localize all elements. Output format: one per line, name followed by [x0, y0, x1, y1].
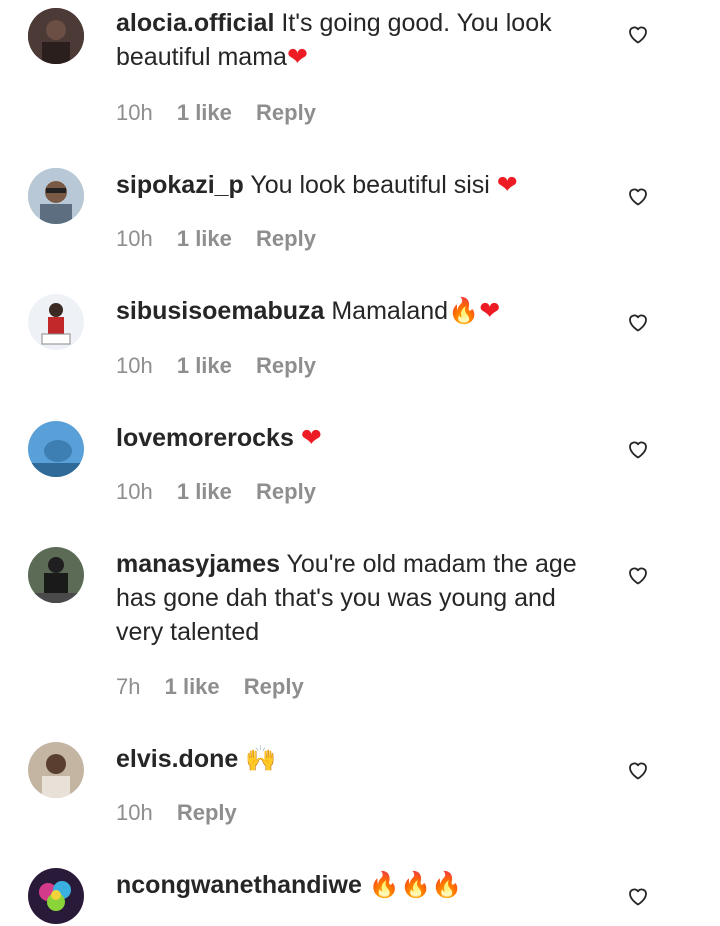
like-heart-icon[interactable] [626, 758, 650, 782]
username[interactable]: manasyjames [116, 550, 280, 578]
comment-text: manasyjames You're old madam the age has… [116, 547, 606, 649]
avatar[interactable] [28, 8, 84, 64]
raising-hands-emoji: 🙌 [245, 744, 277, 773]
comment-text: alocia.official It's going good. You loo… [116, 6, 606, 74]
comment-time: 10h [116, 800, 153, 825]
heart-emoji: ❤ [286, 42, 308, 71]
comment-message: You look beautiful sisi [250, 171, 490, 199]
reply-button[interactable]: Reply [256, 226, 316, 251]
comment-time: 10h [116, 353, 153, 378]
username[interactable]: elvis.done [116, 745, 238, 773]
username[interactable]: sipokazi_p [116, 171, 244, 199]
username[interactable]: lovemorerocks [116, 424, 294, 452]
likes-count[interactable]: 1 like [177, 479, 232, 504]
username[interactable]: ncongwanethandiwe [116, 871, 362, 899]
like-heart-icon[interactable] [626, 22, 650, 46]
fire-heart-emoji: 🔥❤ [448, 296, 501, 325]
like-heart-icon[interactable] [626, 310, 650, 334]
avatar[interactable] [28, 547, 84, 603]
heart-emoji: ❤ [300, 423, 322, 452]
comment-text: lovemorerocks ❤ [116, 421, 606, 455]
username[interactable]: alocia.official [116, 9, 274, 37]
like-heart-icon[interactable] [626, 437, 650, 461]
reply-button[interactable]: Reply [177, 800, 237, 825]
like-heart-icon[interactable] [626, 184, 650, 208]
comment-text: elvis.done 🙌 [116, 742, 606, 776]
avatar[interactable] [28, 742, 84, 798]
heart-emoji: ❤ [496, 170, 518, 199]
reply-button[interactable]: Reply [256, 353, 316, 378]
comment-time: 10h [116, 479, 153, 504]
comment-text: sibusisoemabuza Mamaland🔥❤ [116, 294, 606, 328]
avatar[interactable] [28, 868, 84, 924]
reply-button[interactable]: Reply [244, 674, 304, 699]
likes-count[interactable]: 1 like [177, 226, 232, 251]
comment-text: sipokazi_p You look beautiful sisi ❤ [116, 168, 606, 202]
like-heart-icon[interactable] [626, 884, 650, 908]
reply-button[interactable]: Reply [256, 479, 316, 504]
username[interactable]: sibusisoemabuza [116, 297, 324, 325]
avatar[interactable] [28, 421, 84, 477]
likes-count[interactable]: 1 like [165, 674, 220, 699]
fire-emoji: 🔥🔥🔥 [368, 870, 463, 899]
likes-count[interactable]: 1 like [177, 100, 232, 125]
like-heart-icon[interactable] [626, 563, 650, 587]
comment-text: ncongwanethandiwe 🔥🔥🔥 [116, 868, 606, 902]
comment-time: 10h [116, 226, 153, 251]
comment-time: 10h [116, 100, 153, 125]
comment-message: Mamaland [331, 297, 449, 325]
reply-button[interactable]: Reply [256, 100, 316, 125]
comment-time: 7h [116, 674, 141, 699]
avatar[interactable] [28, 294, 84, 350]
avatar[interactable] [28, 168, 84, 224]
likes-count[interactable]: 1 like [177, 353, 232, 378]
